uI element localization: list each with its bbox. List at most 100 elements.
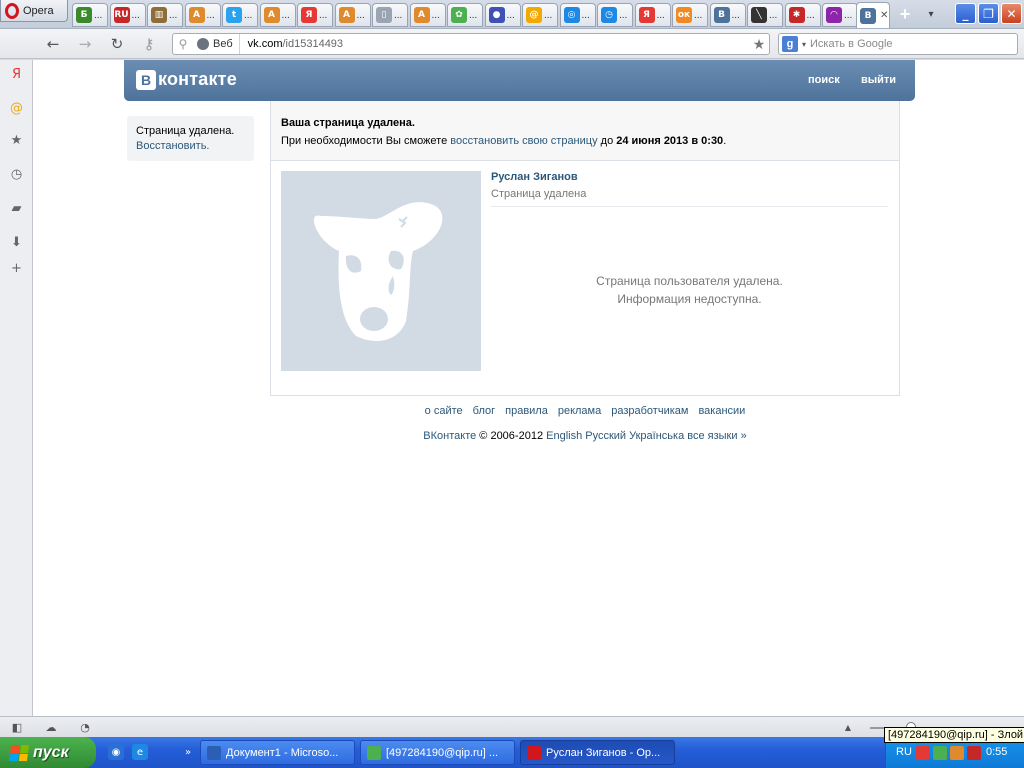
banner-msg-before: При необходимости Вы сможете bbox=[281, 135, 451, 147]
tab-a4[interactable]: A... bbox=[409, 3, 446, 27]
add-panel-icon[interactable]: + bbox=[8, 260, 25, 277]
mail-icon[interactable]: @ bbox=[8, 100, 25, 117]
history-clock-icon[interactable]: ◷ bbox=[8, 166, 25, 183]
tray-app-icon[interactable] bbox=[950, 746, 964, 760]
reload-button[interactable]: ↻ bbox=[106, 34, 128, 54]
site-info-badge[interactable]: Веб bbox=[193, 34, 240, 54]
tab-globe[interactable]: ◎... bbox=[559, 3, 596, 27]
tab-active-vk[interactable]: B ✕ bbox=[856, 2, 890, 28]
tab-a2[interactable]: A... bbox=[259, 3, 296, 27]
tab-ya1[interactable]: Я... bbox=[297, 3, 333, 27]
language-indicator[interactable]: RU bbox=[896, 746, 912, 758]
tab-title: ... bbox=[281, 9, 290, 21]
window-maximize-button[interactable]: ❐ bbox=[978, 3, 999, 24]
tab-doc[interactable]: ▯... bbox=[372, 3, 408, 27]
quicklaunch-more-icon[interactable]: » bbox=[180, 744, 196, 760]
url-field[interactable]: vk.com/id15314493 bbox=[240, 38, 749, 50]
header-logout-link[interactable]: выйти bbox=[861, 74, 896, 86]
tab-clock[interactable]: ◷... bbox=[597, 3, 633, 27]
vk-logo[interactable]: B контакте bbox=[136, 69, 237, 90]
zoom-up-icon[interactable]: ▲ bbox=[840, 720, 856, 734]
google-engine-icon[interactable]: g bbox=[782, 36, 798, 52]
show-desktop-icon[interactable]: ◉ bbox=[108, 744, 124, 760]
search-box[interactable]: g ▾ Искать в Google bbox=[778, 33, 1018, 55]
task-label: Документ1 - Microsо... bbox=[226, 746, 339, 759]
task-label: [497284190@qip.ru] ... bbox=[386, 746, 499, 759]
tray-app-icon[interactable] bbox=[916, 746, 930, 760]
restore-page-link[interactable]: восстановить свою страницу bbox=[450, 135, 597, 147]
taskbar-task[interactable]: Руслан Зиганов - Op... bbox=[520, 740, 675, 765]
tab-pen[interactable]: ╲... bbox=[747, 3, 783, 27]
footer-link[interactable]: о сайте bbox=[425, 405, 463, 417]
downloads-icon[interactable]: ⬇ bbox=[8, 234, 25, 251]
tab-twitter[interactable]: t... bbox=[222, 3, 258, 27]
url-path: /id15314493 bbox=[282, 38, 344, 50]
tab-title: ... bbox=[356, 9, 365, 21]
tab-twitter-favicon-icon: t bbox=[226, 7, 242, 23]
footer-link[interactable]: блог bbox=[473, 405, 495, 417]
bookmark-star-icon[interactable]: ★ bbox=[749, 36, 769, 53]
tab-vk1[interactable]: B... bbox=[709, 3, 746, 27]
tab-title: ... bbox=[581, 9, 590, 21]
search-engine-dropdown-icon[interactable]: ▾ bbox=[802, 40, 806, 49]
tab-a3[interactable]: A... bbox=[334, 3, 371, 27]
footer-link[interactable]: реклама bbox=[558, 405, 601, 417]
tab-bug[interactable]: ✱... bbox=[784, 3, 821, 27]
new-tab-button[interactable]: + bbox=[894, 4, 916, 24]
tab-mail[interactable]: @... bbox=[522, 3, 558, 27]
yandex-icon[interactable]: Я bbox=[8, 66, 25, 83]
tab-rainbow[interactable]: ◠... bbox=[822, 3, 858, 27]
tab-ru[interactable]: RU... bbox=[109, 3, 146, 27]
tab-books[interactable]: ▥... bbox=[147, 3, 183, 27]
tab-clock-favicon-icon: ◷ bbox=[601, 7, 617, 23]
footer-link[interactable]: разработчикам bbox=[611, 405, 688, 417]
location-pin-icon[interactable]: ⚲ bbox=[173, 37, 193, 51]
tab-a1[interactable]: A... bbox=[184, 3, 221, 27]
panel-toggle-icon[interactable]: ◧ bbox=[9, 720, 25, 734]
tray-app-icon[interactable] bbox=[933, 746, 947, 760]
tab-b[interactable]: Б... bbox=[72, 3, 108, 27]
footer-languages-links[interactable]: English Русский Українська все языки » bbox=[546, 430, 747, 442]
tab-a3-favicon-icon: A bbox=[338, 7, 355, 23]
footer-brand-link[interactable]: ВКонтакте bbox=[423, 430, 476, 442]
close-tab-icon[interactable]: ✕ bbox=[880, 10, 888, 21]
opera-menu-button[interactable]: Opera bbox=[0, 0, 68, 22]
url-host: vk.com bbox=[247, 38, 283, 50]
banner-msg-end: . bbox=[723, 135, 727, 147]
search-input[interactable]: Искать в Google bbox=[810, 38, 893, 50]
tab-game[interactable]: ✿... bbox=[447, 3, 483, 27]
window-minimize-button[interactable]: _ bbox=[955, 3, 976, 24]
key-icon[interactable]: ⚷ bbox=[138, 34, 160, 54]
tab-list-menu-button[interactable]: ▾ bbox=[922, 4, 940, 24]
start-button[interactable]: пуск bbox=[0, 737, 96, 768]
tab-ya2[interactable]: Я... bbox=[634, 3, 671, 27]
taskbar-task[interactable]: [497284190@qip.ru] ... bbox=[360, 740, 515, 765]
footer-link[interactable]: правила bbox=[505, 405, 548, 417]
ie-icon[interactable]: e bbox=[132, 744, 148, 760]
opera-unite-cloud-icon[interactable]: ☁ bbox=[43, 720, 59, 734]
clock[interactable]: 0:55 bbox=[986, 746, 1007, 758]
site-info-label: Веб bbox=[213, 38, 233, 50]
tray-app-icon[interactable] bbox=[967, 746, 981, 760]
taskbar-task[interactable]: Документ1 - Microsо... bbox=[200, 740, 355, 765]
back-button[interactable]: ← bbox=[42, 34, 64, 54]
forward-button[interactable]: → bbox=[74, 34, 96, 54]
tab-ok[interactable]: ок... bbox=[672, 3, 708, 27]
tab-dots[interactable]: ●... bbox=[484, 3, 521, 27]
footer-link[interactable]: вакансии bbox=[698, 405, 745, 417]
header-search-link[interactable]: поиск bbox=[808, 74, 840, 86]
profile-name[interactable]: Руслан Зиганов bbox=[491, 171, 578, 183]
vk-logo-letter: B bbox=[136, 69, 156, 90]
notes-icon[interactable]: ▰ bbox=[8, 200, 25, 217]
turbo-speed-icon[interactable]: ◔ bbox=[77, 720, 93, 734]
restore-link[interactable]: Восстановить. bbox=[136, 139, 245, 154]
banner-title: Ваша страница удалена. bbox=[281, 117, 415, 129]
bookmarks-star-icon[interactable]: ★ bbox=[8, 132, 25, 149]
browser-side-panel: Я @ ★ ◷ ▰ ⬇ + bbox=[0, 60, 33, 716]
window-close-button[interactable]: ✕ bbox=[1001, 3, 1022, 24]
profile-status: Страница удалена bbox=[491, 188, 587, 200]
side-notice-text: Страница удалена. bbox=[136, 125, 235, 137]
tab-game-favicon-icon: ✿ bbox=[451, 7, 467, 23]
address-bar[interactable]: ⚲ Веб vk.com/id15314493 ★ bbox=[172, 33, 770, 55]
tab-title: ... bbox=[769, 9, 778, 21]
